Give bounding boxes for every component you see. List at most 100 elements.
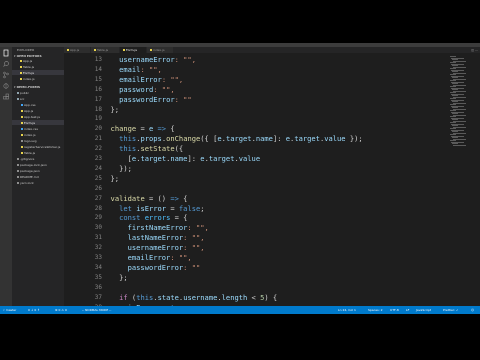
file-icon xyxy=(21,110,23,112)
vim-mode: -- NORMAL MODE -- xyxy=(82,308,112,312)
tree-item[interactable]: package.json xyxy=(17,169,40,173)
indentation[interactable]: Spaces: 2 xyxy=(368,306,383,314)
cursor-position[interactable]: Ln 24, Col 1 xyxy=(338,306,356,314)
line-number: 27 xyxy=(94,194,102,202)
tree-item[interactable]: index.js xyxy=(21,133,36,137)
line-number: 17 xyxy=(94,95,102,103)
code-token: let xyxy=(119,203,132,213)
tree-item[interactable]: App.test.js xyxy=(21,115,40,119)
language-mode[interactable]: JavaScript xyxy=(416,306,431,314)
code-token: : "" xyxy=(174,94,192,104)
open-editor-label: Table.js xyxy=(23,65,35,69)
project-header[interactable]: ▾ DEMO-FORMS xyxy=(14,85,40,89)
code-line[interactable]: }; xyxy=(102,105,120,116)
extensions-icon[interactable] xyxy=(2,93,10,101)
code-token: props xyxy=(140,134,162,144)
line-number: 28 xyxy=(94,204,102,212)
line-number: 37 xyxy=(94,293,102,301)
tree-item[interactable]: src xyxy=(17,97,24,101)
js-file-icon xyxy=(20,78,22,80)
open-editors-header[interactable]: ▾ OPEN EDITORS xyxy=(14,54,42,58)
file-icon xyxy=(17,176,19,178)
file-icon xyxy=(17,182,19,184)
code-token: < xyxy=(247,292,261,302)
minimap-line xyxy=(453,144,466,146)
code-token: = xyxy=(166,203,179,213)
split-editor-icon[interactable]: ◫ xyxy=(471,48,474,52)
code-token: { xyxy=(170,124,175,134)
code-token: = xyxy=(136,124,149,134)
tree-item[interactable]: README.md xyxy=(17,175,39,179)
prettier-status[interactable]: Prettier: ✓ xyxy=(443,306,458,314)
code-token: = { xyxy=(170,213,188,223)
explorer-title: EXPLORER xyxy=(17,48,35,52)
code-token: : "", xyxy=(183,233,205,243)
tree-item[interactable]: yarn.lock xyxy=(17,181,34,185)
folder-icon xyxy=(17,98,19,100)
code-token: name xyxy=(255,134,273,144)
more-actions-icon[interactable]: ⋯ xyxy=(475,48,478,52)
file-icon xyxy=(17,158,19,160)
minimap[interactable] xyxy=(448,53,480,306)
gear-icon[interactable] xyxy=(2,299,9,313)
file-icon xyxy=(21,104,23,106)
debug-icon[interactable] xyxy=(2,82,10,90)
open-editor-item[interactable]: App.js xyxy=(20,59,32,63)
code-token: ( xyxy=(127,292,137,302)
tree-item[interactable]: Form.js xyxy=(21,121,35,125)
code-token: ({ [ xyxy=(200,134,218,144)
code-token: = () xyxy=(144,193,171,203)
tree-item[interactable]: App.css xyxy=(21,103,36,107)
source-control-icon[interactable] xyxy=(2,71,10,79)
tree-item[interactable]: .gitignore xyxy=(17,157,34,161)
code-token: ]: xyxy=(187,154,201,163)
project-label: DEMO-FORMS xyxy=(16,85,40,89)
tree-item-label: App.test.js xyxy=(24,115,40,119)
code-token: firstNameError xyxy=(127,223,188,233)
code-editor[interactable]: 13 14 15 16 17 18 19 20 21 22 23 24 25 26 27 28 29 30 31 32… xyxy=(64,53,448,314)
sync-status[interactable]: 0 ↓ 0 ↑ xyxy=(28,306,40,314)
tree-item[interactable]: package-lock.json xyxy=(17,163,47,167)
tree-item-label: README.md xyxy=(20,175,39,179)
code-token: target xyxy=(140,154,167,163)
tree-item-label: index.js xyxy=(24,133,36,137)
code-token: }; xyxy=(102,272,128,282)
git-branch[interactable]: ⑂ master xyxy=(3,306,16,314)
code-line[interactable]: }; xyxy=(102,174,120,185)
code-token: this xyxy=(119,134,137,144)
line-number: 30 xyxy=(94,224,102,232)
code-token: change xyxy=(110,124,137,134)
js-file-icon xyxy=(20,60,22,62)
tree-item[interactable]: Table.js xyxy=(21,151,35,155)
open-editor-item[interactable]: index.js xyxy=(20,77,35,81)
encoding[interactable]: UTF-8 xyxy=(390,306,399,314)
file-icon xyxy=(17,164,19,166)
tree-item[interactable]: logo.svg xyxy=(21,139,37,143)
feedback-icon[interactable]: ☺ xyxy=(471,306,474,314)
line-number: 35 xyxy=(94,273,102,281)
files-icon[interactable] xyxy=(2,49,10,57)
tree-item[interactable]: App.js xyxy=(21,109,33,113)
file-icon xyxy=(21,122,23,124)
open-editor-item[interactable]: Form.js xyxy=(20,71,34,75)
code-token: ) { xyxy=(264,292,278,302)
tab-label: Table.js xyxy=(97,48,109,52)
line-ending[interactable]: LF xyxy=(406,306,409,314)
js-file-icon xyxy=(94,49,96,51)
tree-item-label: src xyxy=(20,97,25,101)
problems-count[interactable]: ⊗ 0 ⚠ 0 xyxy=(55,306,67,314)
tree-item-label: index.css xyxy=(24,127,38,131)
code-token: ; xyxy=(200,203,205,213)
code-token: => xyxy=(153,124,171,134)
tree-item[interactable]: index.css xyxy=(21,127,38,131)
search-icon[interactable] xyxy=(2,60,10,68)
open-editor-item[interactable]: Table.js xyxy=(20,65,34,69)
code-line[interactable]: }; xyxy=(102,273,128,284)
tree-item[interactable]: registerServiceWorker.js xyxy=(21,145,60,149)
code-token: target xyxy=(208,154,235,163)
tree-item[interactable]: public xyxy=(17,91,29,95)
code-token: emailError xyxy=(127,253,171,262)
